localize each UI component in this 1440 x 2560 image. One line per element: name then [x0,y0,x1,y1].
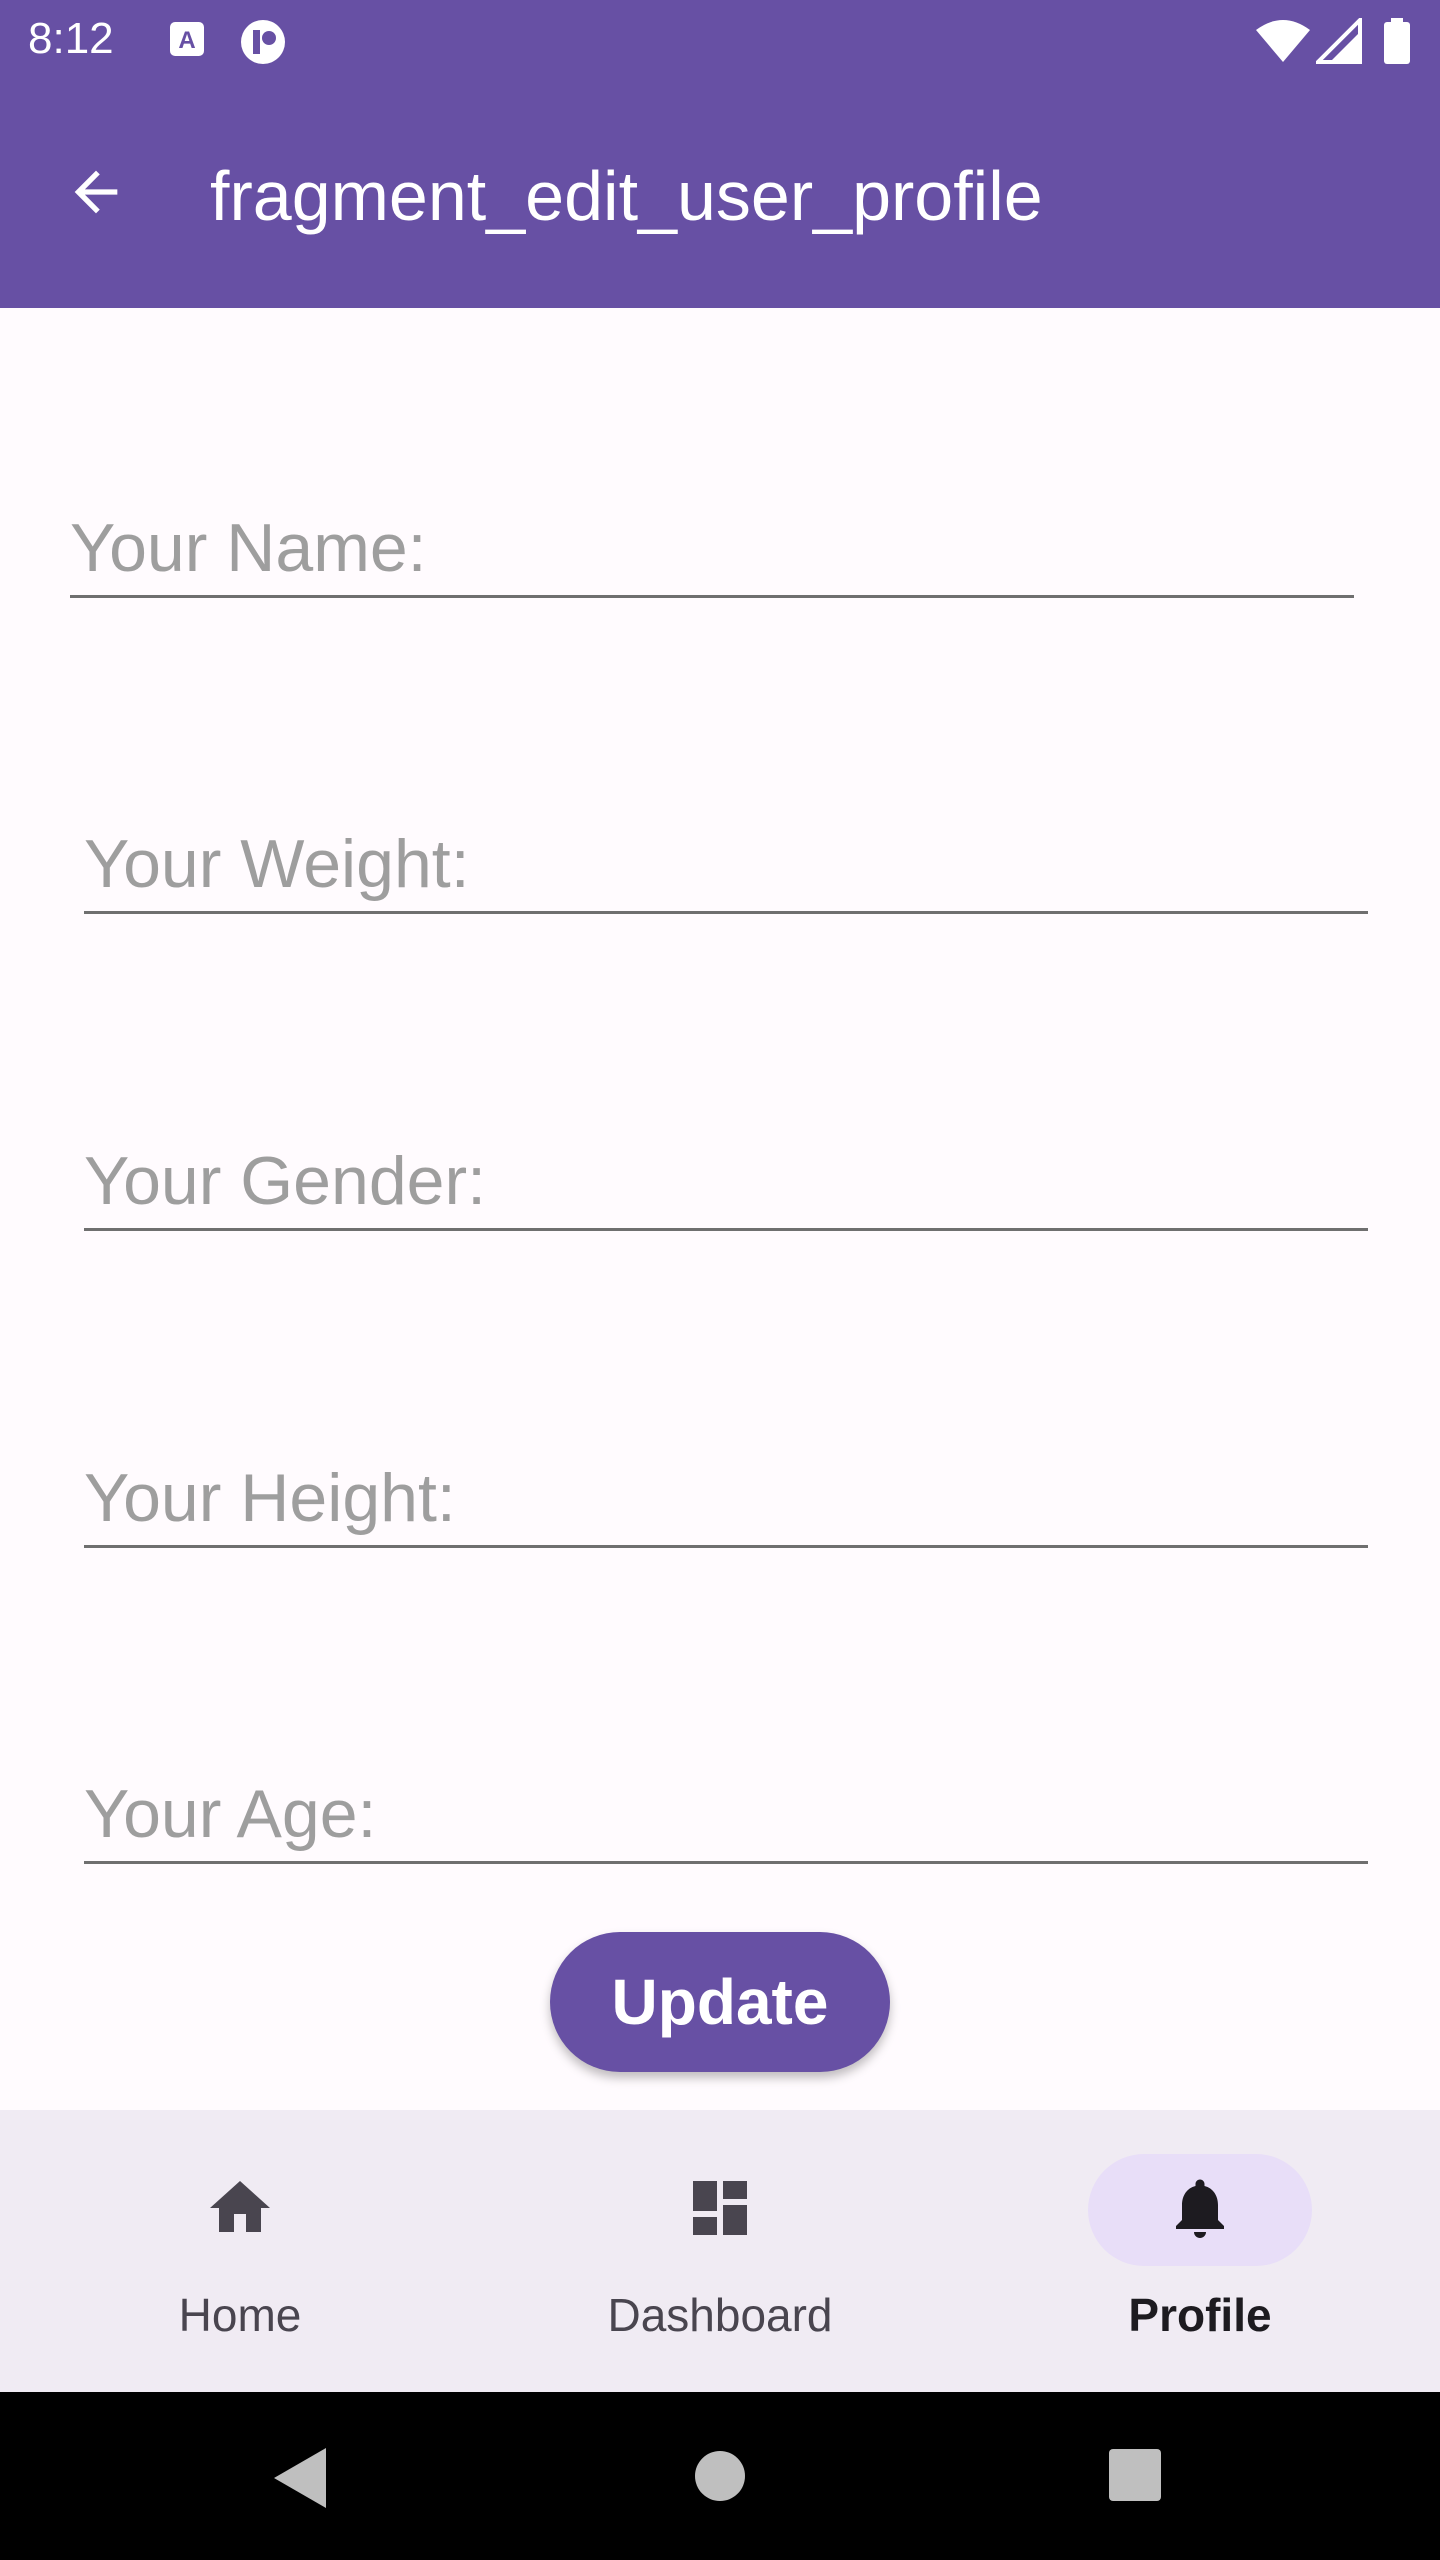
nav-pill-home [128,2154,352,2266]
age-field-container [84,1744,1368,1864]
nav-label-home: Home [178,2289,302,2341]
status-time: 8:12 [28,14,114,63]
weight-field-container [84,794,1368,914]
weight-field[interactable] [84,794,1368,914]
system-navigation-bar [0,2392,1440,2560]
height-field-container [84,1428,1368,1548]
nav-pill-dashboard [608,2154,832,2266]
app-notification-icon [238,18,288,73]
nav-item-profile[interactable]: Profile [960,2110,1440,2392]
system-back-icon[interactable] [272,2446,328,2515]
age-field[interactable] [84,1744,1368,1864]
arrow-back-icon [64,160,128,229]
nav-item-home[interactable]: Home [0,2110,480,2392]
home-icon [204,2172,276,2249]
system-recents-icon[interactable] [1108,2448,1162,2507]
page-title: fragment_edit_user_profile [210,157,1043,235]
nav-pill-profile [1088,2154,1312,2266]
name-field-container [70,478,1354,598]
bottom-navigation: Home Dashboard Profile [0,2110,1440,2392]
nav-label-profile: Profile [1128,2289,1272,2341]
gender-field[interactable] [84,1111,1368,1231]
app-bar: fragment_edit_user_profile [0,84,1440,308]
gender-field-container [84,1111,1368,1231]
dashboard-icon [684,2172,756,2249]
name-field[interactable] [70,478,1354,598]
height-field[interactable] [84,1428,1368,1548]
update-button[interactable]: Update [550,1932,890,2072]
battery-icon [1382,18,1412,71]
bell-icon [1164,2172,1236,2249]
nav-label-dashboard: Dashboard [607,2289,833,2341]
system-home-icon[interactable] [694,2450,746,2507]
back-button[interactable] [56,154,136,234]
wifi-icon [1254,18,1312,69]
nav-item-dashboard[interactable]: Dashboard [480,2110,960,2392]
svg-text:A: A [178,27,195,54]
status-bar: 8:12 A [0,0,1440,84]
cell-signal-icon [1313,15,1362,69]
keyboard-icon: A [168,18,208,67]
